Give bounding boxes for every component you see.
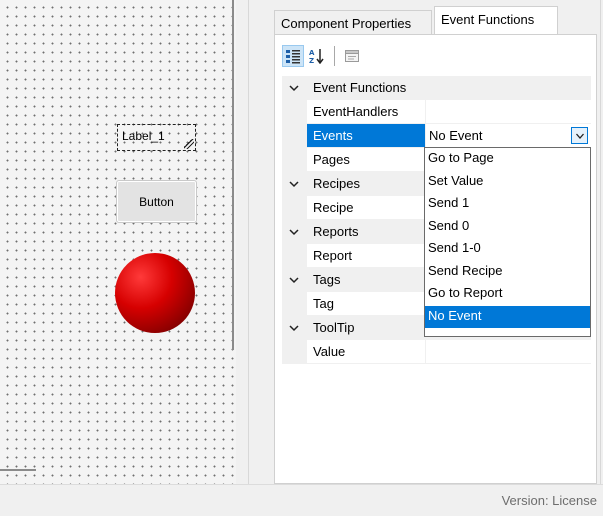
alphabetical-sort-icon: A Z — [309, 49, 324, 64]
property-row-value[interactable]: Value — [282, 340, 591, 364]
canvas-label-text: Label_1 — [122, 129, 165, 143]
chevron-down-icon[interactable] — [287, 225, 301, 239]
tab-label: Event Functions — [441, 12, 535, 27]
property-row-eventhandlers[interactable]: EventHandlers — [282, 100, 591, 124]
property-row-events[interactable]: Events No Event — [282, 124, 591, 148]
version-license-text: Version: License — [501, 493, 597, 508]
row-gutter — [282, 268, 307, 292]
canvas-button-component[interactable]: Button — [116, 180, 197, 223]
category-label: Event Functions — [307, 76, 591, 100]
dropdown-toggle-button[interactable] — [571, 127, 588, 144]
row-gutter — [282, 196, 307, 220]
property-pages-icon — [345, 50, 359, 62]
row-gutter — [282, 292, 307, 316]
category-event-functions[interactable]: Event Functions — [282, 76, 591, 100]
property-name: EventHandlers — [307, 100, 425, 124]
panel-divider-right — [600, 0, 601, 484]
dropdown-option-send-1[interactable]: Send 1 — [425, 193, 590, 216]
row-gutter — [282, 220, 307, 244]
row-gutter — [282, 316, 307, 340]
property-grid-toolbar: A Z — [282, 43, 363, 69]
chevron-down-icon[interactable] — [287, 177, 301, 191]
property-name: Recipe — [307, 196, 425, 220]
canvas-indicator-lamp[interactable] — [115, 253, 195, 333]
property-name: Pages — [307, 148, 425, 172]
property-pages-button[interactable] — [341, 45, 363, 67]
svg-text:Z: Z — [309, 57, 314, 64]
row-gutter — [282, 340, 307, 364]
chevron-down-icon[interactable] — [287, 273, 301, 287]
dropdown-option-no-event[interactable]: No Event — [425, 305, 590, 328]
canvas-horizontal-scrollbar[interactable] — [0, 469, 36, 471]
row-gutter — [282, 244, 307, 268]
property-name: Value — [307, 340, 425, 364]
chevron-down-icon[interactable] — [287, 81, 301, 95]
resize-grip-icon[interactable] — [184, 139, 194, 149]
tab-component-properties[interactable]: Component Properties — [274, 10, 432, 34]
dropdown-option-go-to-report[interactable]: Go to Report — [425, 283, 590, 306]
row-gutter — [282, 100, 307, 124]
property-value[interactable] — [425, 100, 591, 124]
property-value[interactable] — [425, 340, 591, 364]
chevron-down-icon — [575, 133, 584, 139]
canvas-label-component[interactable]: Label_1 — [117, 124, 196, 151]
row-gutter — [282, 172, 307, 196]
categorized-icon — [286, 50, 300, 64]
dropdown-option-send-1-0[interactable]: Send 1-0 — [425, 238, 590, 261]
alphabetical-view-button[interactable]: A Z — [306, 45, 328, 67]
categorized-view-button[interactable] — [282, 45, 304, 67]
events-value-text: No Event — [429, 128, 483, 143]
dropdown-option-send-recipe[interactable]: Send Recipe — [425, 261, 590, 284]
toolbar-separator — [334, 46, 335, 66]
status-bar: Version: License — [0, 484, 603, 516]
canvas-vertical-scrollbar[interactable] — [232, 0, 234, 350]
row-gutter — [282, 148, 307, 172]
property-name: Events — [307, 124, 425, 148]
events-value-combo[interactable]: No Event — [425, 124, 591, 148]
svg-text:A: A — [309, 49, 315, 57]
tab-label: Component Properties — [281, 16, 412, 31]
events-dropdown-list[interactable]: Go to Page Set Value Send 1 Send 0 Send … — [424, 147, 591, 337]
dropdown-option-send-0[interactable]: Send 0 — [425, 216, 590, 239]
property-name: Tag — [307, 292, 425, 316]
tab-event-functions[interactable]: Event Functions — [434, 6, 558, 35]
row-gutter — [282, 76, 307, 100]
chevron-down-icon[interactable] — [287, 321, 301, 335]
canvas-button-text: Button — [139, 194, 174, 209]
property-name: Report — [307, 244, 425, 268]
row-gutter — [282, 124, 307, 148]
dropdown-option-go-to-page[interactable]: Go to Page — [425, 148, 590, 171]
dropdown-option-set-value[interactable]: Set Value — [425, 171, 590, 194]
property-grid-empty-area — [282, 364, 591, 476]
panel-divider — [248, 0, 249, 484]
design-canvas[interactable]: Label_1 Button — [0, 0, 236, 484]
